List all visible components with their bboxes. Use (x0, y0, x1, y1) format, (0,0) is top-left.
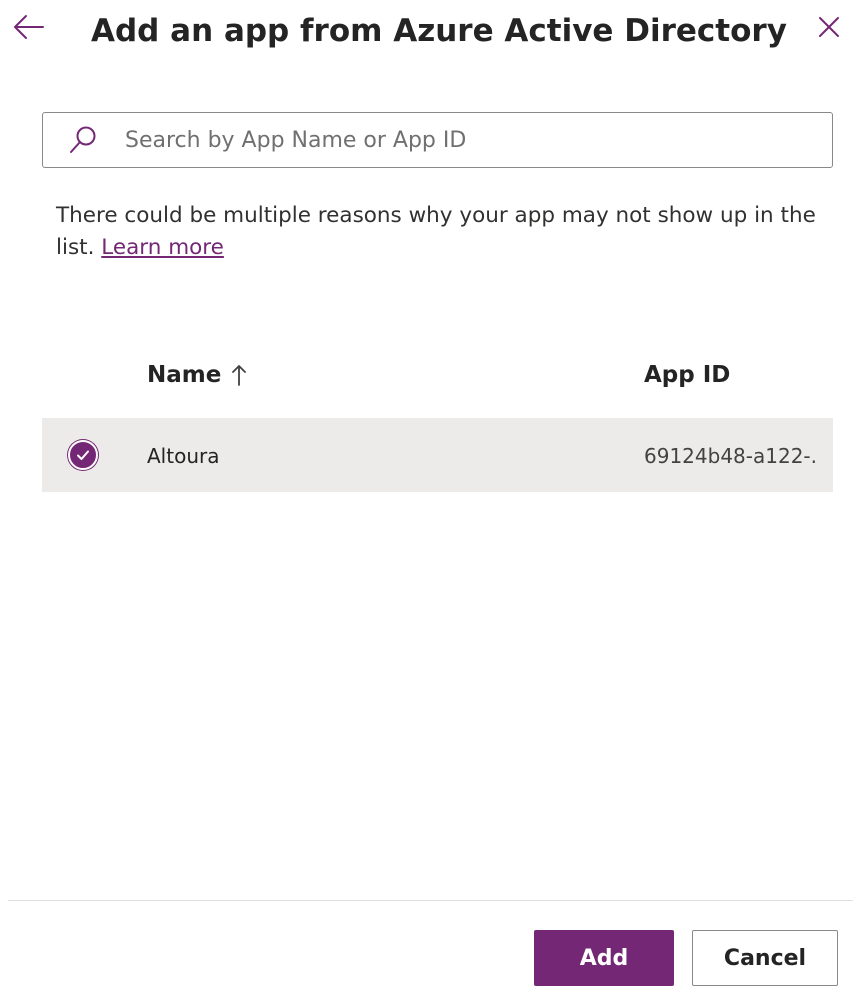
column-header-name[interactable]: Name (147, 362, 247, 388)
close-icon (819, 17, 839, 37)
table-row[interactable]: Altoura 69124b48-a122-... (42, 418, 833, 492)
search-icon-wrapper (43, 113, 123, 167)
add-button[interactable]: Add (534, 930, 674, 986)
learn-more-link[interactable]: Learn more (101, 235, 224, 260)
cancel-button[interactable]: Cancel (692, 930, 838, 986)
arrow-left-icon (14, 15, 44, 39)
column-header-app-id[interactable]: App ID (644, 362, 730, 388)
row-app-name: Altoura (147, 444, 220, 468)
row-app-id: 69124b48-a122-... (644, 444, 816, 468)
table-header: Name App ID (42, 352, 833, 408)
checkmark-circle-icon[interactable] (68, 440, 98, 470)
add-app-panel: Add an app from Azure Active Directory T… (0, 0, 861, 1006)
back-button[interactable] (10, 10, 48, 44)
search-input[interactable] (123, 113, 832, 167)
panel-title: Add an app from Azure Active Directory (91, 13, 787, 49)
arrow-up-icon (231, 363, 247, 387)
footer-divider (8, 900, 853, 901)
search-icon (70, 126, 96, 153)
search-box[interactable] (42, 112, 833, 168)
close-button[interactable] (812, 10, 846, 44)
column-header-name-label: Name (147, 362, 222, 388)
info-message: There could be multiple reasons why your… (56, 200, 836, 264)
